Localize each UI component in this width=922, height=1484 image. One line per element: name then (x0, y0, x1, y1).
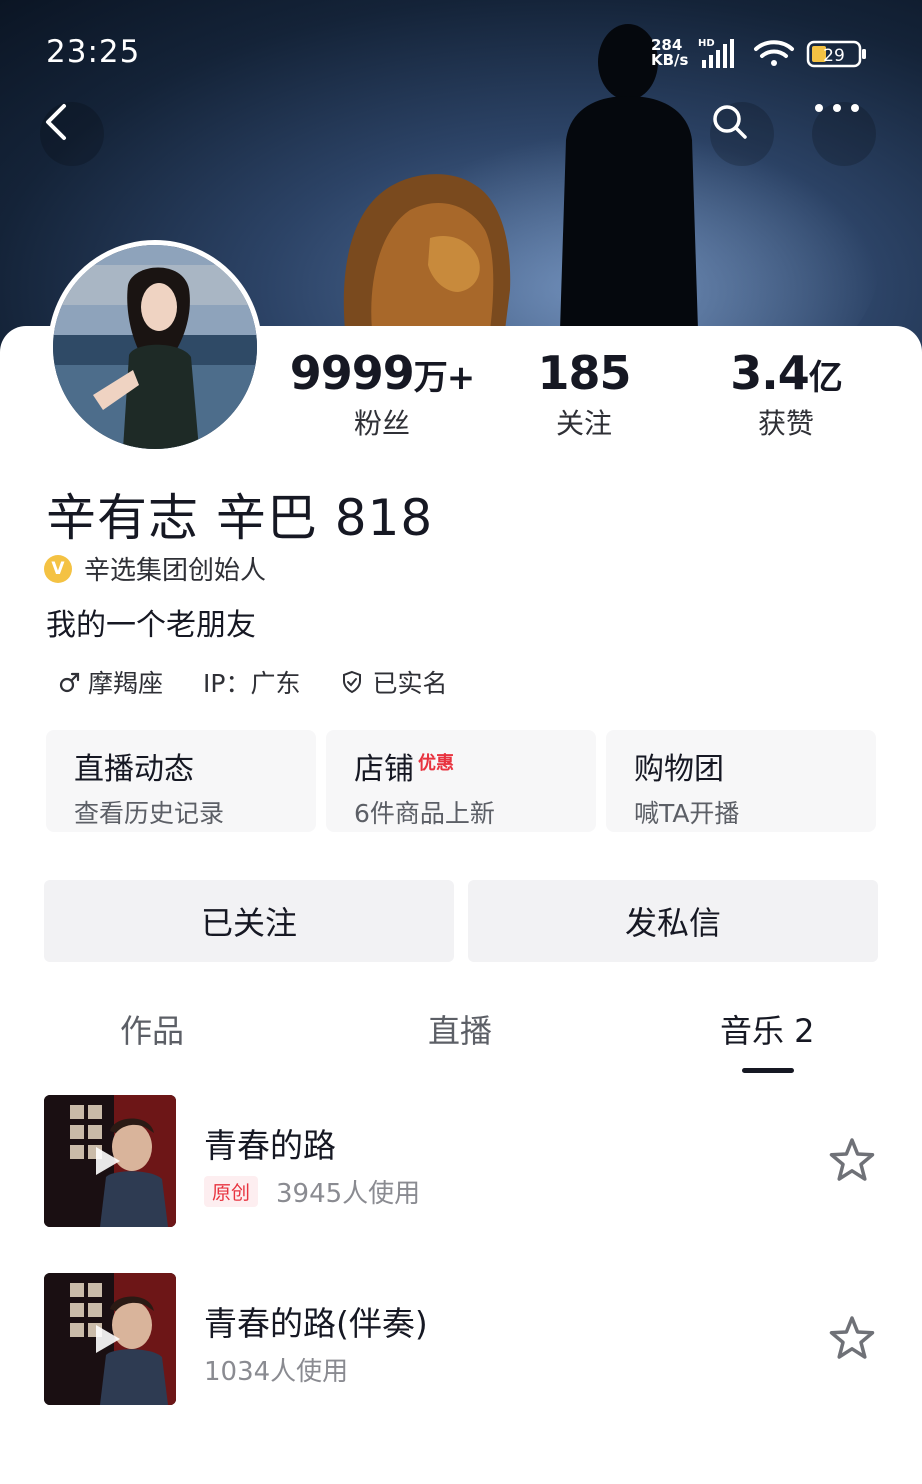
album-art (44, 1273, 176, 1405)
verification-row: V 辛选集团创始人 (44, 550, 266, 587)
song-item[interactable]: 青春的路 原创 3945人使用 (44, 1095, 878, 1227)
verification-text: 辛选集团创始人 (84, 556, 267, 586)
male-icon (59, 672, 80, 693)
shield-check-icon (343, 670, 362, 694)
feature-subtitle: 喊TA开播 (634, 799, 740, 828)
discount-badge: 优惠 (418, 753, 454, 774)
song-cover[interactable] (44, 1273, 176, 1405)
followers-unit: 万+ (413, 358, 475, 398)
feature-title: 直播动态 (74, 752, 194, 787)
real-name-text: 已实名 (372, 669, 448, 698)
more-dots-icon (815, 104, 859, 112)
stat-following[interactable]: 185 关注 (484, 346, 684, 442)
song-usage: 3945人使用 (276, 1179, 421, 1209)
feature-title: 购物团 (634, 752, 724, 787)
ip-tag: IP：广东 (191, 660, 312, 704)
username: 辛有志 辛巴 818 (46, 489, 434, 547)
battery-icon: 29 (806, 40, 866, 68)
feature-subtitle: 查看历史记录 (74, 799, 225, 828)
content-tabs: 作品 直播 音乐 2 (0, 1006, 922, 1076)
verified-badge-icon: V (44, 554, 72, 583)
hd-label: HD (698, 38, 715, 49)
chevron-left-icon (46, 104, 66, 140)
stat-likes[interactable]: 3.4亿 获赞 (686, 346, 886, 442)
song-meta: 原创 3945人使用 (204, 1173, 420, 1210)
profile-tags: 摩羯座 IP：广东 已实名 (46, 660, 475, 704)
action-buttons: 已关注 发私信 (44, 880, 878, 962)
speed-unit: KB/s (651, 51, 689, 69)
feature-title: 店铺 (354, 752, 414, 787)
followers-label: 粉丝 (353, 407, 410, 440)
song-usage: 1034人使用 (204, 1357, 349, 1387)
store-card[interactable]: 店铺 优惠 6件商品上新 (326, 730, 596, 832)
stat-followers[interactable]: 9999万+ 粉丝 (282, 346, 482, 442)
zodiac-text: 摩羯座 (88, 669, 164, 698)
avatar[interactable] (48, 240, 262, 454)
likes-count: 3.4 (730, 346, 809, 400)
live-history-card[interactable]: 直播动态 查看历史记录 (46, 730, 316, 832)
back-button[interactable] (40, 102, 104, 166)
following-count: 185 (537, 346, 631, 400)
song-title: 青春的路 (204, 1126, 336, 1165)
song-title: 青春的路(伴奏) (204, 1304, 428, 1343)
zodiac-tag: 摩羯座 (46, 660, 175, 704)
search-button[interactable] (710, 102, 774, 166)
ip-text: IP：广东 (203, 669, 301, 698)
active-tab-indicator (742, 1068, 794, 1073)
likes-unit: 亿 (808, 358, 843, 398)
bio: 我的一个老朋友 (46, 608, 256, 643)
followed-button[interactable]: 已关注 (44, 880, 454, 962)
shopping-group-card[interactable]: 购物团 喊TA开播 (606, 730, 876, 832)
real-name-tag: 已实名 (328, 660, 459, 704)
song-meta: 1034人使用 (204, 1351, 348, 1388)
search-icon (713, 105, 747, 139)
network-speed: 284 KB/s (651, 38, 688, 68)
lion-illustration (343, 174, 511, 330)
star-icon[interactable] (826, 1313, 878, 1365)
tab-works[interactable]: 作品 (120, 1006, 184, 1052)
tab-live[interactable]: 直播 (428, 1006, 492, 1052)
song-cover[interactable] (44, 1095, 176, 1227)
followers-count: 9999 (289, 346, 415, 400)
likes-label: 获赞 (757, 407, 814, 440)
star-icon[interactable] (826, 1135, 878, 1187)
svg-text:29: 29 (823, 46, 845, 66)
album-art (44, 1095, 176, 1227)
more-button[interactable] (812, 102, 876, 166)
original-tag: 原创 (204, 1176, 259, 1207)
message-button[interactable]: 发私信 (468, 880, 878, 962)
feature-subtitle: 6件商品上新 (354, 799, 495, 828)
tab-music[interactable]: 音乐 2 (720, 1006, 815, 1052)
song-item[interactable]: 青春的路(伴奏) 1034人使用 (44, 1273, 878, 1405)
avatar-photo (53, 245, 257, 449)
status-bar: 23:25 284 KB/s HD 29 (0, 0, 922, 100)
status-time: 23:25 (46, 34, 141, 70)
wifi-icon (754, 40, 794, 66)
feature-cards: 直播动态 查看历史记录 店铺 优惠 6件商品上新 购物团 喊TA开播 (46, 730, 876, 832)
following-label: 关注 (555, 407, 612, 440)
